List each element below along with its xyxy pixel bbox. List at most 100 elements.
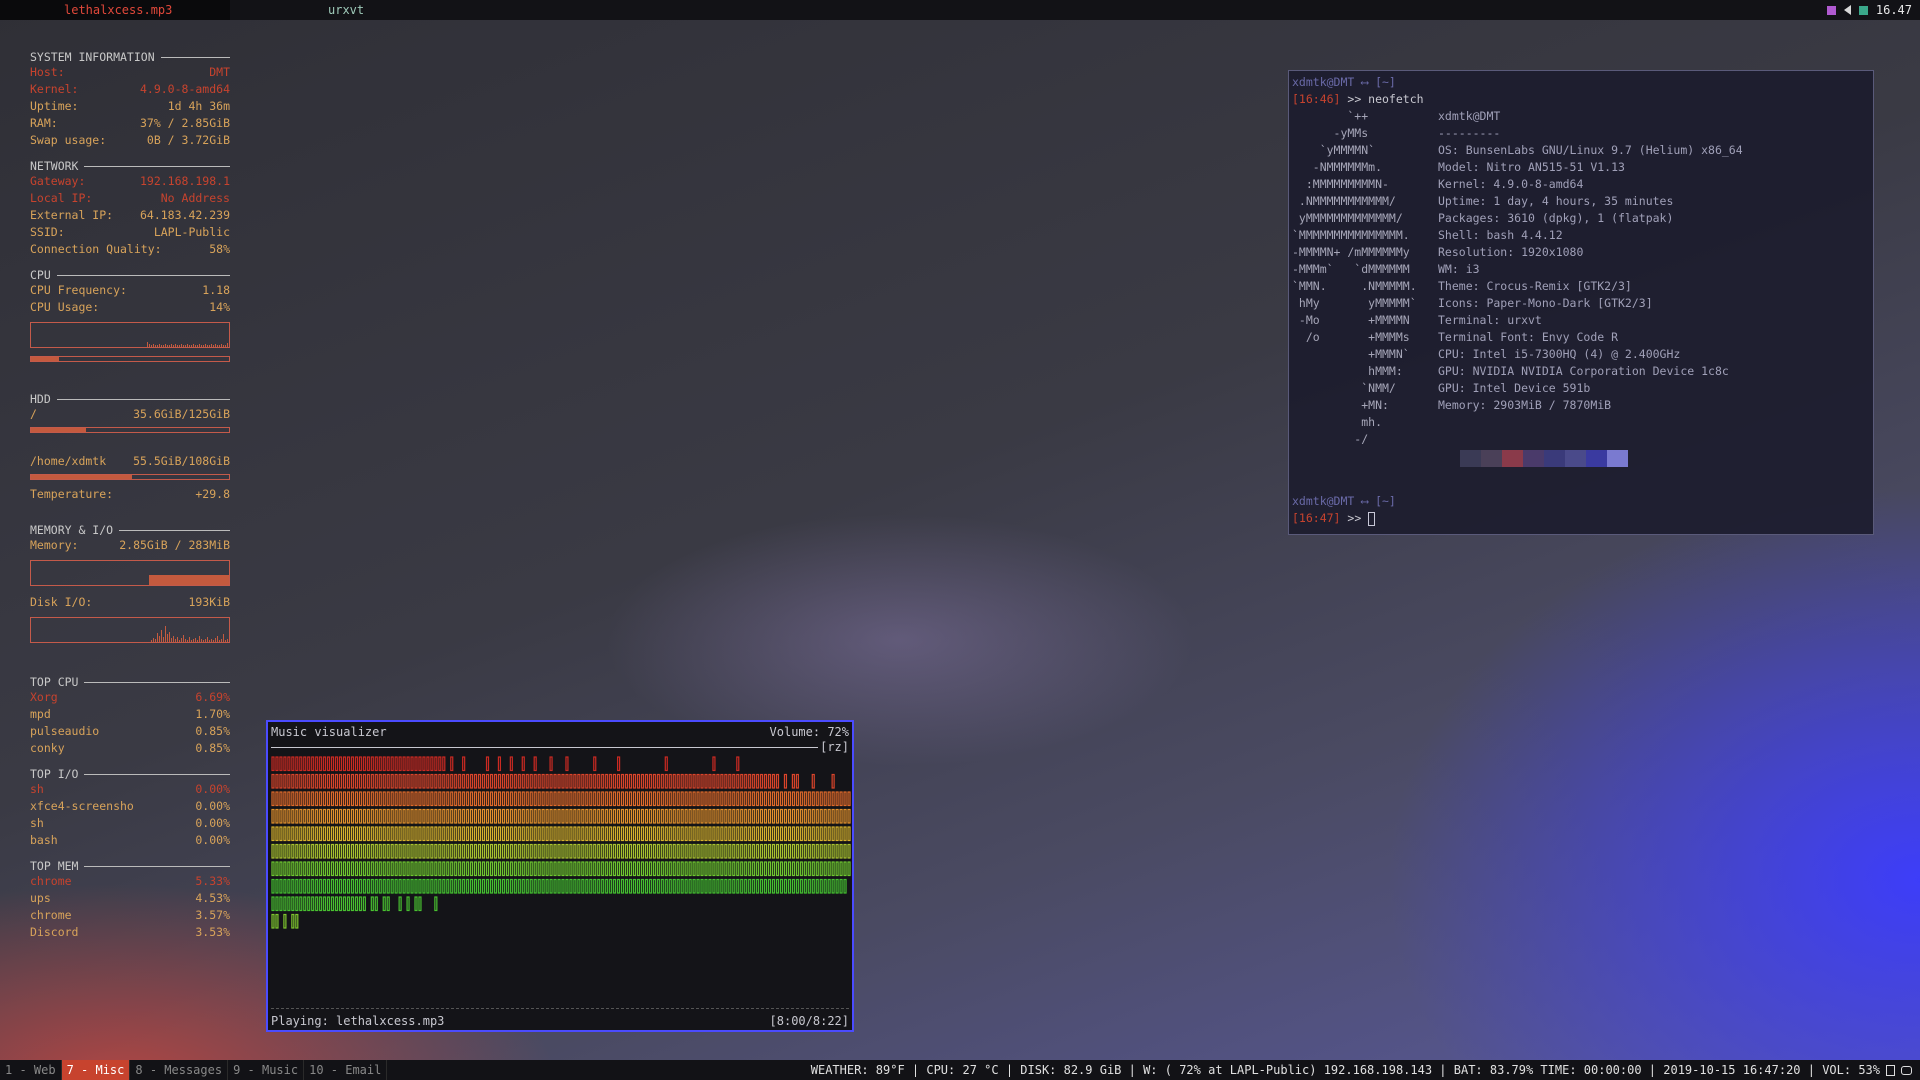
volume-indicator[interactable]: Volume: 72% xyxy=(770,724,849,740)
stat-value: No Address xyxy=(160,191,230,205)
spectrum-cell xyxy=(446,773,450,789)
info-line: --------- xyxy=(1438,126,1501,140)
focused-window-title[interactable]: lethalxcess.mp3 xyxy=(0,0,230,20)
spectrum-cell xyxy=(688,878,692,894)
spectrum-cell xyxy=(430,878,434,894)
spectrum-cell xyxy=(636,843,641,859)
spectrum-cell xyxy=(394,861,398,877)
spectrum-cell xyxy=(525,878,529,894)
discord-tray-icon[interactable] xyxy=(1826,5,1836,15)
spectrum-cell xyxy=(632,826,637,842)
graph-spike xyxy=(201,639,202,642)
spectrum-cell xyxy=(565,791,569,807)
spectrum-cell xyxy=(807,843,811,859)
spectrum-cell xyxy=(462,808,466,824)
spectrum-cell xyxy=(787,791,792,807)
spectrum-cell xyxy=(676,773,680,789)
spectrum-cell xyxy=(728,773,732,789)
terminal-window[interactable]: xdmtk@DMT ⟷ [~] [16:46] >> neofetch `++ … xyxy=(1288,70,1874,535)
prompt-user: xdmtk@DMT ⟷ [~] xyxy=(1292,75,1396,89)
stat-value: LAPL-Public xyxy=(153,225,230,239)
spectrum-cell xyxy=(760,861,764,877)
spectrum-cell xyxy=(402,791,406,807)
spectrum-cell xyxy=(585,878,589,894)
music-visualizer-window[interactable]: Music visualizer Volume: 72% [rz] Playin… xyxy=(266,720,854,1032)
memory-row: Memory: 2.85GiB / 283MiB xyxy=(30,537,230,554)
spectrum-cell xyxy=(342,861,347,877)
stat-label: SSID: xyxy=(30,225,65,239)
stat-value: 0.00% xyxy=(195,782,230,796)
spectrum-cell xyxy=(513,843,517,859)
volume-tray-icon[interactable] xyxy=(1843,5,1851,15)
workspace-tab[interactable]: 7 - Misc xyxy=(61,1060,131,1080)
spectrum-cell xyxy=(553,773,557,789)
spectrum-cell xyxy=(589,826,593,842)
terminal-input-line[interactable]: [16:47] >> xyxy=(1292,510,1870,527)
window-name[interactable]: urxvt xyxy=(328,3,364,17)
spectrum-cell xyxy=(295,878,299,894)
spectrum-cell xyxy=(319,791,323,807)
spectrum-cell xyxy=(569,878,573,894)
spectrum-cell xyxy=(315,808,319,824)
graph-spike xyxy=(217,636,218,642)
spectrum-cell xyxy=(581,791,585,807)
workspace-tab[interactable]: 10 - Email xyxy=(304,1060,388,1080)
graph-spike xyxy=(199,344,200,347)
stat-label: CPU Frequency: xyxy=(30,283,127,297)
spectrum-cell xyxy=(350,808,355,824)
spectrum-cell xyxy=(287,826,291,842)
spectrum-cell xyxy=(497,878,502,894)
spectrum-cell xyxy=(839,878,843,894)
workspace-tab[interactable]: 1 - Web xyxy=(0,1060,62,1080)
spectrum-cell xyxy=(422,826,426,842)
spectrum-cell xyxy=(430,826,434,842)
workspace-tab[interactable]: 8 - Messages xyxy=(130,1060,229,1080)
spectrum-cell xyxy=(692,808,696,824)
spectrum-cell xyxy=(319,861,323,877)
stat-label: RAM: xyxy=(30,116,58,130)
spectrum-cell xyxy=(466,843,470,859)
ascii-line: -/ xyxy=(1292,432,1369,446)
spectrum-cell xyxy=(378,878,382,894)
spectrum-cell xyxy=(728,826,732,842)
spectrum-cell xyxy=(712,843,716,859)
memory-graph xyxy=(30,560,230,586)
spectrum-cell xyxy=(481,843,486,859)
spectrum-cell xyxy=(656,808,660,824)
spectrum-cell xyxy=(307,896,311,912)
spectrum-cell xyxy=(819,878,823,894)
spectrum-cell xyxy=(374,843,378,859)
spectrum-cell xyxy=(307,826,311,842)
spectrum-cell xyxy=(481,791,486,807)
spectrum-cell xyxy=(454,808,458,824)
spectrum-cell xyxy=(501,843,505,859)
workspace-tab[interactable]: 9 - Music xyxy=(228,1060,305,1080)
spectrum-cell xyxy=(624,878,629,894)
spectrum-cell xyxy=(394,756,398,772)
spectrum-cell xyxy=(585,808,589,824)
battery-tray-icon[interactable] xyxy=(1858,5,1868,15)
discord-icon[interactable] xyxy=(1901,1065,1912,1075)
spectrum-bars xyxy=(271,754,851,1006)
spectrum-cell xyxy=(271,878,275,894)
clipboard-icon[interactable] xyxy=(1886,1064,1895,1076)
spectrum-cell xyxy=(346,843,351,859)
spectrum-cell xyxy=(712,773,716,789)
spectrum-cell xyxy=(807,861,811,877)
graph-spike xyxy=(209,640,210,642)
spectrum-cell xyxy=(338,826,343,842)
playback-progress[interactable] xyxy=(271,1008,849,1010)
stat-label: Discord xyxy=(30,925,79,939)
spectrum-cell xyxy=(358,861,362,877)
spectrum-cell xyxy=(406,756,410,772)
spectrum-cell xyxy=(497,843,502,859)
spectrum-cell xyxy=(613,843,617,859)
spectrum-cell xyxy=(414,861,418,877)
spectrum-cell xyxy=(533,843,537,859)
spectrum-cell xyxy=(327,843,331,859)
graph-spike xyxy=(215,638,216,642)
spectrum-cell xyxy=(728,808,732,824)
spectrum-cell xyxy=(438,826,442,842)
graph-spike xyxy=(169,632,170,642)
graph-spike xyxy=(219,345,220,347)
